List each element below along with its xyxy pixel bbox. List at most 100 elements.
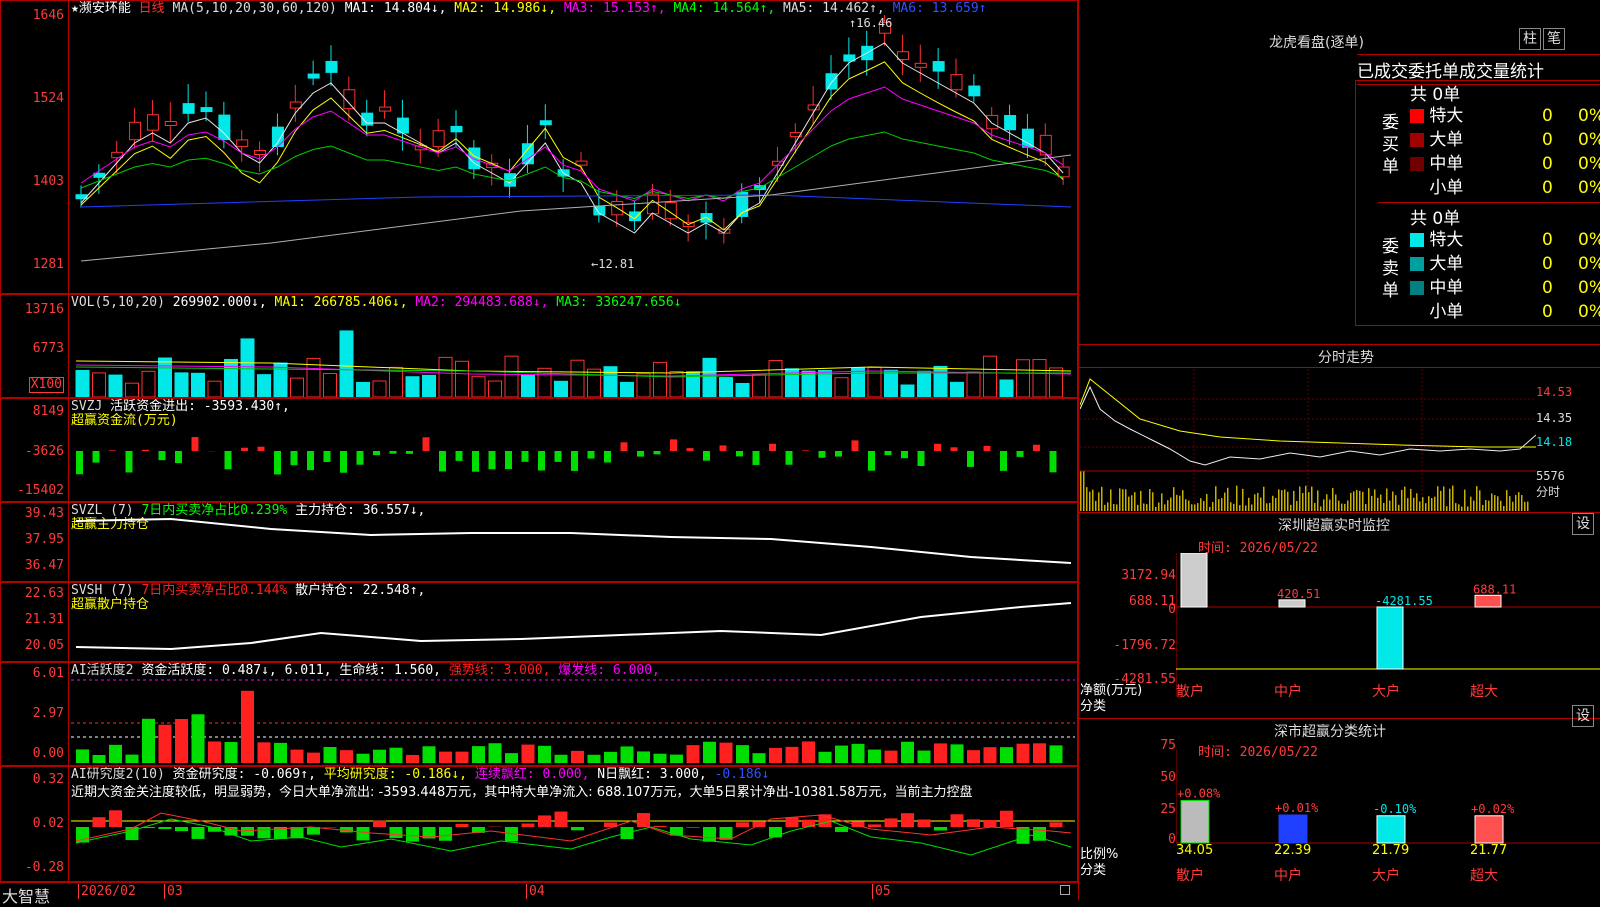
volume-bar[interactable]	[423, 375, 436, 397]
activity-bar[interactable]	[720, 743, 733, 763]
flow-bar[interactable]	[835, 451, 842, 457]
activity-bar[interactable]	[225, 742, 238, 763]
candle[interactable]	[1005, 116, 1016, 130]
activity-bar[interactable]	[109, 745, 122, 763]
candle[interactable]	[308, 74, 319, 78]
candle[interactable]	[933, 62, 944, 72]
activity-bar[interactable]	[208, 741, 221, 763]
activity-bar[interactable]	[786, 747, 799, 763]
research-bar[interactable]	[1050, 822, 1063, 827]
volume-bar[interactable]	[934, 366, 947, 397]
flow-bar[interactable]	[522, 451, 529, 462]
volume-bar[interactable]	[456, 361, 469, 397]
research-bar[interactable]	[555, 812, 568, 827]
volume-bar[interactable]	[192, 373, 205, 397]
research-bar[interactable]	[109, 810, 122, 827]
flow-bar[interactable]	[621, 442, 628, 451]
flow-bar[interactable]	[274, 451, 281, 474]
flow-bar[interactable]	[868, 451, 875, 471]
activity-bar[interactable]	[439, 752, 452, 763]
candle[interactable]	[380, 107, 391, 111]
volume-bar[interactable]	[901, 385, 914, 397]
ai-research-panel[interactable]: 0.32 0.02 -0.28 AI研究度2(10) 资金研究度: -0.069…	[0, 766, 1078, 882]
flow-bar[interactable]	[703, 451, 710, 461]
activity-bar[interactable]	[703, 742, 716, 763]
flow-bar[interactable]	[538, 451, 545, 470]
volume-bar[interactable]	[835, 378, 848, 397]
research-bar[interactable]	[687, 827, 700, 828]
research-bar[interactable]	[357, 827, 370, 840]
class-bar[interactable]	[1279, 815, 1307, 843]
kline-chart[interactable]: ↑16.46 ←12.81	[71, 15, 1075, 293]
research-bar[interactable]	[258, 827, 271, 838]
candle[interactable]	[94, 173, 105, 177]
research-bar[interactable]	[934, 827, 947, 831]
activity-bar[interactable]	[918, 751, 931, 763]
flow-bar[interactable]	[802, 450, 809, 451]
research-bar[interactable]	[291, 827, 304, 838]
candle[interactable]	[165, 122, 176, 126]
activity-bar[interactable]	[621, 746, 634, 763]
flow-bar[interactable]	[489, 451, 496, 469]
activity-bar[interactable]	[274, 743, 287, 763]
bar-mode-button[interactable]: 柱	[1519, 28, 1541, 50]
volume-bar[interactable]	[1000, 380, 1013, 397]
flow-bar[interactable]	[390, 451, 397, 454]
activity-bar[interactable]	[489, 743, 502, 763]
flow-bar[interactable]	[423, 437, 430, 451]
activity-bar[interactable]	[340, 750, 353, 763]
monitor-chart[interactable]: 3172.94420.51-4281.55688.11	[1176, 553, 1600, 697]
activity-bar[interactable]	[555, 755, 568, 763]
monitor-bar[interactable]	[1475, 595, 1501, 607]
flow-bar[interactable]	[340, 451, 347, 473]
research-bar[interactable]	[868, 824, 881, 827]
volume-bar[interactable]	[769, 361, 782, 397]
research-bar[interactable]	[835, 827, 848, 832]
volume-bar[interactable]	[93, 373, 106, 397]
activity-bar[interactable]	[126, 755, 139, 763]
activity-bar[interactable]	[571, 751, 584, 763]
candle[interactable]	[951, 75, 962, 90]
volume-panel[interactable]: 13716 6773 X100 VOL(5,10,20) 269902.000↓…	[0, 294, 1078, 398]
activity-bar[interactable]	[934, 743, 947, 763]
flow-bar[interactable]	[307, 451, 314, 470]
research-bar[interactable]	[736, 822, 749, 827]
activity-bar[interactable]	[406, 755, 419, 763]
flow-bar[interactable]	[406, 451, 413, 454]
volume-bar[interactable]	[142, 371, 155, 397]
class-settings-button[interactable]: 设	[1572, 705, 1594, 727]
research-bar[interactable]	[373, 821, 386, 827]
activity-bar[interactable]	[522, 745, 535, 763]
activity-bar[interactable]	[93, 755, 106, 763]
activity-bar[interactable]	[456, 752, 469, 763]
flow-bar[interactable]	[571, 451, 578, 471]
research-bar[interactable]	[192, 827, 205, 839]
activity-bar[interactable]	[604, 752, 617, 763]
flow-bar[interactable]	[588, 451, 595, 458]
flow-bar[interactable]	[175, 451, 182, 463]
volume-bar[interactable]	[439, 357, 452, 397]
activity-bar[interactable]	[588, 755, 601, 763]
volume-bar[interactable]	[505, 356, 518, 397]
flow-bar[interactable]	[225, 451, 232, 469]
class-bar[interactable]	[1475, 816, 1503, 843]
flow-bar[interactable]	[967, 451, 974, 467]
flow-bar[interactable]	[1033, 445, 1040, 451]
activity-bar[interactable]	[390, 748, 403, 763]
candle[interactable]	[987, 115, 998, 128]
volume-bar[interactable]	[291, 378, 304, 397]
activity-bar[interactable]	[967, 750, 980, 763]
volume-bar[interactable]	[720, 378, 733, 397]
research-bar[interactable]	[703, 827, 716, 842]
brand-label[interactable]: 大智慧	[2, 883, 50, 907]
flow-bar[interactable]	[1050, 451, 1057, 472]
period-label[interactable]: 日线	[139, 1, 165, 16]
activity-bar[interactable]	[76, 749, 89, 763]
research-bar[interactable]	[1000, 811, 1013, 827]
research-bar[interactable]	[967, 819, 980, 827]
activity-bar[interactable]	[142, 719, 155, 763]
activity-bar[interactable]	[241, 691, 254, 763]
flow-bar[interactable]	[142, 450, 149, 451]
flow-bar[interactable]	[192, 437, 199, 451]
volume-bar[interactable]	[522, 375, 535, 397]
